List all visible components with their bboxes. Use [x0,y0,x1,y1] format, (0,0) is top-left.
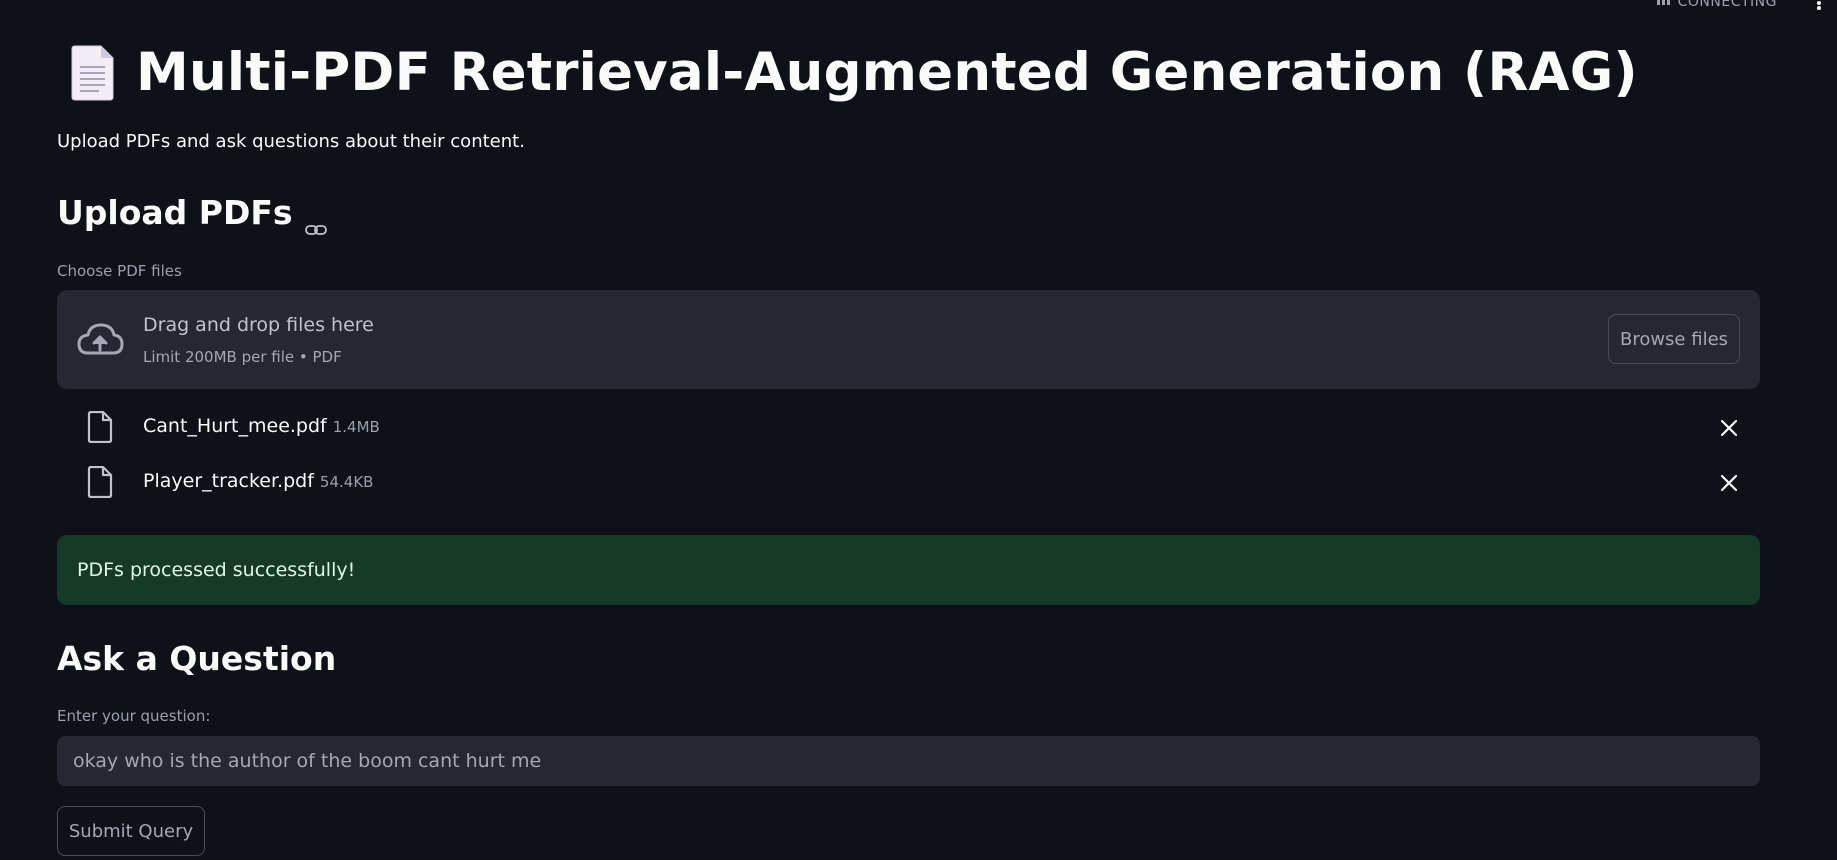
link-icon[interactable] [304,206,327,235]
choose-files-label: Choose PDF files [57,262,182,280]
status-text: CONNECTING [1677,0,1777,10]
question-label: Enter your question: [57,707,211,725]
main-menu-icon[interactable] [1815,0,1823,10]
dropzone-instructions: Drag and drop files here [143,314,374,336]
file-icon [87,465,113,499]
submit-query-button[interactable]: Submit Query [57,806,205,856]
question-input[interactable]: okay who is the author of the boom cant … [57,736,1760,786]
document-icon [69,45,114,101]
file-name: Cant_Hurt_mee.pdf 1.4MB [143,415,380,437]
upload-title-text: Upload PDFs [57,193,293,232]
file-name: Player_tracker.pdf 54.4KB [143,470,373,492]
cloud-upload-icon [76,320,124,360]
ask-section-title: Ask a Question [57,639,336,678]
file-name-text: Cant_Hurt_mee.pdf [143,415,327,437]
success-alert: PDFs processed successfully! [57,535,1760,605]
header: Multi-PDF Retrieval-Augmented Generation… [69,40,1638,106]
remove-file-icon[interactable] [1720,419,1738,437]
status-icon [1656,0,1670,5]
file-size: 1.4MB [332,418,380,436]
top-bar: CONNECTING [0,0,1837,12]
file-icon [87,410,113,444]
file-size: 54.4KB [319,473,374,491]
browse-files-button[interactable]: Browse files [1608,314,1740,364]
upload-section-title: Upload PDFs [57,193,327,235]
uploaded-file-item: Player_tracker.pdf 54.4KB [57,463,1760,503]
question-input-value: okay who is the author of the boom cant … [73,750,542,772]
dropzone-limit: Limit 200MB per file • PDF [143,348,342,366]
ask-title-text: Ask a Question [57,639,337,678]
remove-file-icon[interactable] [1720,474,1738,492]
file-name-text: Player_tracker.pdf [143,470,314,492]
file-dropzone[interactable]: Drag and drop files here Limit 200MB per… [57,290,1760,389]
page-subtitle: Upload PDFs and ask questions about thei… [57,131,525,152]
uploaded-file-item: Cant_Hurt_mee.pdf 1.4MB [57,408,1760,448]
success-message: PDFs processed successfully! [77,559,356,581]
page-title: Multi-PDF Retrieval-Augmented Generation… [136,42,1638,103]
connection-status: CONNECTING [1656,0,1777,10]
